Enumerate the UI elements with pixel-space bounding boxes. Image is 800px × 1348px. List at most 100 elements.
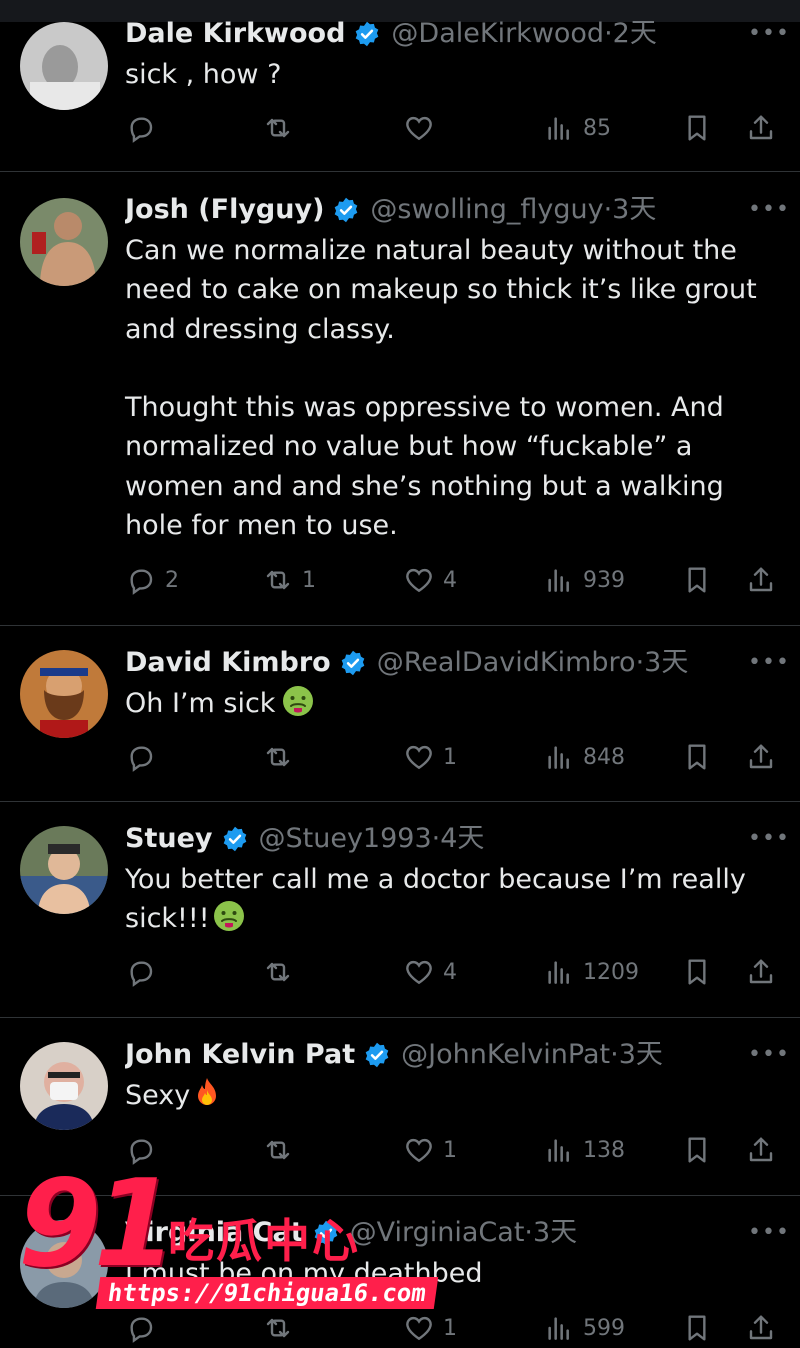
retweet-button[interactable]	[262, 737, 302, 777]
share-button[interactable]	[745, 952, 777, 992]
tweet-text: Oh I’m sick	[125, 684, 770, 723]
handle[interactable]: @DaleKirkwood	[391, 14, 604, 54]
views-button[interactable]: 599	[543, 1308, 625, 1348]
bookmark-icon	[681, 564, 713, 596]
handle[interactable]: @RealDavidKimbro	[377, 643, 636, 683]
display-name[interactable]: David Kimbro	[125, 643, 331, 683]
retweet-icon	[262, 741, 294, 773]
like-button[interactable]: 4	[403, 952, 457, 992]
retweet-button[interactable]	[262, 108, 302, 148]
avatar[interactable]	[20, 1042, 108, 1130]
avatar[interactable]	[20, 22, 108, 110]
like-button[interactable]	[403, 108, 443, 148]
retweet-icon	[262, 956, 294, 988]
views-count: 599	[583, 1315, 625, 1341]
like-count: 4	[443, 959, 457, 985]
share-button[interactable]	[745, 108, 777, 148]
watermark-overlay: 91 吃瓜中心 https://91chigua16.com	[18, 1155, 439, 1325]
display-name[interactable]: Dale Kirkwood	[125, 14, 345, 54]
watermark-number: 91	[18, 1155, 177, 1294]
views-button[interactable]: 138	[543, 1130, 625, 1170]
reply-button[interactable]	[125, 952, 165, 992]
timestamp[interactable]: ·3天	[604, 190, 657, 230]
retweet-count: 1	[302, 567, 316, 593]
more-icon[interactable]: •••	[748, 1222, 789, 1244]
avatar[interactable]	[20, 198, 108, 286]
more-icon[interactable]: •••	[748, 828, 789, 850]
handle[interactable]: @swolling_flyguy	[370, 190, 603, 230]
handle[interactable]: @Stuey1993	[259, 819, 432, 859]
reply-icon	[125, 112, 157, 144]
share-button[interactable]	[745, 560, 777, 600]
retweet-button[interactable]: 1	[262, 560, 316, 600]
timestamp[interactable]: ·3天	[636, 643, 689, 683]
avatar[interactable]	[20, 826, 108, 914]
tweet-text: sick , how ?	[125, 59, 282, 90]
reply-icon	[125, 956, 157, 988]
display-name[interactable]: Josh (Flyguy)	[125, 190, 324, 230]
share-button[interactable]	[745, 737, 777, 777]
timestamp[interactable]: ·3天	[524, 1213, 577, 1253]
retweet-icon	[262, 1134, 294, 1166]
more-icon[interactable]: •••	[748, 23, 789, 45]
views-icon	[543, 564, 575, 596]
more-icon[interactable]: •••	[748, 199, 789, 221]
views-icon	[543, 956, 575, 988]
tweet[interactable]: David Kimbro @RealDavidKimbro ·3天 ••• Oh…	[0, 626, 800, 802]
views-button[interactable]: 1209	[543, 952, 639, 992]
action-bar: 1 848	[125, 737, 780, 777]
timestamp[interactable]: ·4天	[432, 819, 485, 859]
display-name[interactable]: Stuey	[125, 819, 213, 859]
views-button[interactable]: 939	[543, 560, 625, 600]
share-icon	[745, 1312, 777, 1344]
tweet-text: Can we normalize natural beauty without …	[125, 235, 757, 542]
tweet-text-content: Oh I’m sick	[125, 688, 276, 719]
handle[interactable]: @JohnKelvinPat	[401, 1035, 610, 1075]
display-name[interactable]: John Kelvin Pat	[125, 1035, 355, 1075]
verified-badge-icon	[221, 825, 249, 853]
like-button[interactable]: 4	[403, 560, 457, 600]
bookmark-button[interactable]	[681, 952, 713, 992]
avatar[interactable]	[20, 650, 108, 738]
more-icon[interactable]: •••	[748, 1044, 789, 1066]
views-count: 1209	[583, 959, 639, 985]
views-button[interactable]: 85	[543, 108, 611, 148]
reply-count: 2	[165, 567, 179, 593]
views-button[interactable]: 848	[543, 737, 625, 777]
bookmark-button[interactable]	[681, 737, 713, 777]
timestamp[interactable]: ·2天	[604, 14, 657, 54]
bookmark-icon	[681, 1312, 713, 1344]
tweet[interactable]: Dale Kirkwood @DaleKirkwood ·2天 ••• sick…	[0, 0, 800, 172]
timestamp[interactable]: ·3天	[610, 1035, 663, 1075]
bookmark-icon	[681, 956, 713, 988]
action-bar: 2 1 4 939	[125, 560, 780, 600]
retweet-button[interactable]	[262, 952, 302, 992]
reply-button[interactable]: 2	[125, 560, 179, 600]
share-icon	[745, 956, 777, 988]
bookmark-icon	[681, 1134, 713, 1166]
tweet-header: Josh (Flyguy) @swolling_flyguy ·3天	[125, 190, 740, 230]
views-count: 939	[583, 567, 625, 593]
like-button[interactable]: 1	[403, 1308, 457, 1348]
like-button[interactable]: 1	[403, 1130, 457, 1170]
share-button[interactable]	[745, 1130, 777, 1170]
bookmark-button[interactable]	[681, 560, 713, 600]
reply-button[interactable]	[125, 737, 165, 777]
share-icon	[745, 741, 777, 773]
tweet[interactable]: Josh (Flyguy) @swolling_flyguy ·3天 ••• C…	[0, 172, 800, 626]
share-button[interactable]	[745, 1308, 777, 1348]
retweet-button[interactable]	[262, 1130, 302, 1170]
like-button[interactable]: 1	[403, 737, 457, 777]
views-icon	[543, 1134, 575, 1166]
like-icon	[403, 1312, 435, 1344]
bookmark-icon	[681, 741, 713, 773]
bookmark-button[interactable]	[681, 108, 713, 148]
watermark-url: https://91chigua16.com	[95, 1277, 439, 1309]
more-icon[interactable]: •••	[748, 652, 789, 674]
sick-face-emoji	[212, 899, 246, 933]
tweet[interactable]: Stuey @Stuey1993 ·4天 ••• You better call…	[0, 802, 800, 1018]
reply-button[interactable]	[125, 108, 165, 148]
bookmark-button[interactable]	[681, 1130, 713, 1170]
action-bar: 85	[125, 108, 780, 148]
bookmark-button[interactable]	[681, 1308, 713, 1348]
